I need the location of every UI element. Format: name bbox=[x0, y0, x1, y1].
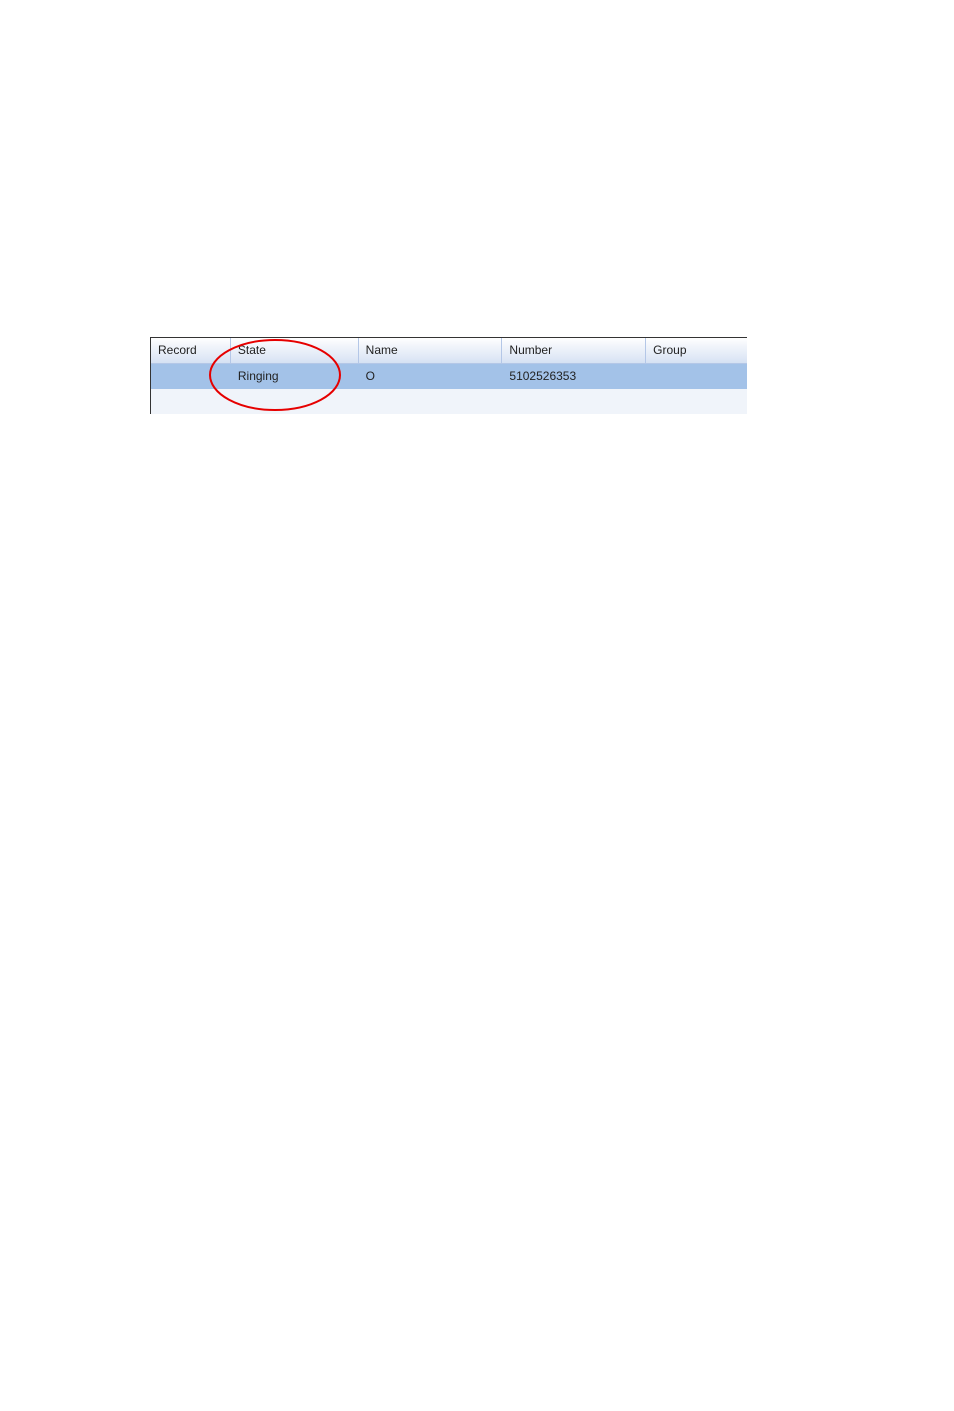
header-name[interactable]: Name bbox=[359, 338, 503, 363]
cell-name: O bbox=[359, 364, 503, 389]
call-table: Record State Name Number Group Ringing O… bbox=[150, 337, 747, 414]
table-row-empty bbox=[151, 389, 747, 414]
cell-empty bbox=[151, 389, 231, 414]
table-row[interactable]: Ringing O 5102526353 bbox=[151, 364, 747, 389]
header-group[interactable]: Group bbox=[646, 338, 747, 363]
cell-state: Ringing bbox=[231, 364, 359, 389]
cell-record bbox=[151, 364, 231, 389]
table-header-row: Record State Name Number Group bbox=[151, 338, 747, 364]
cell-number: 5102526353 bbox=[502, 364, 646, 389]
header-state[interactable]: State bbox=[231, 338, 359, 363]
header-number[interactable]: Number bbox=[502, 338, 646, 363]
cell-group bbox=[646, 364, 747, 389]
header-record[interactable]: Record bbox=[151, 338, 231, 363]
